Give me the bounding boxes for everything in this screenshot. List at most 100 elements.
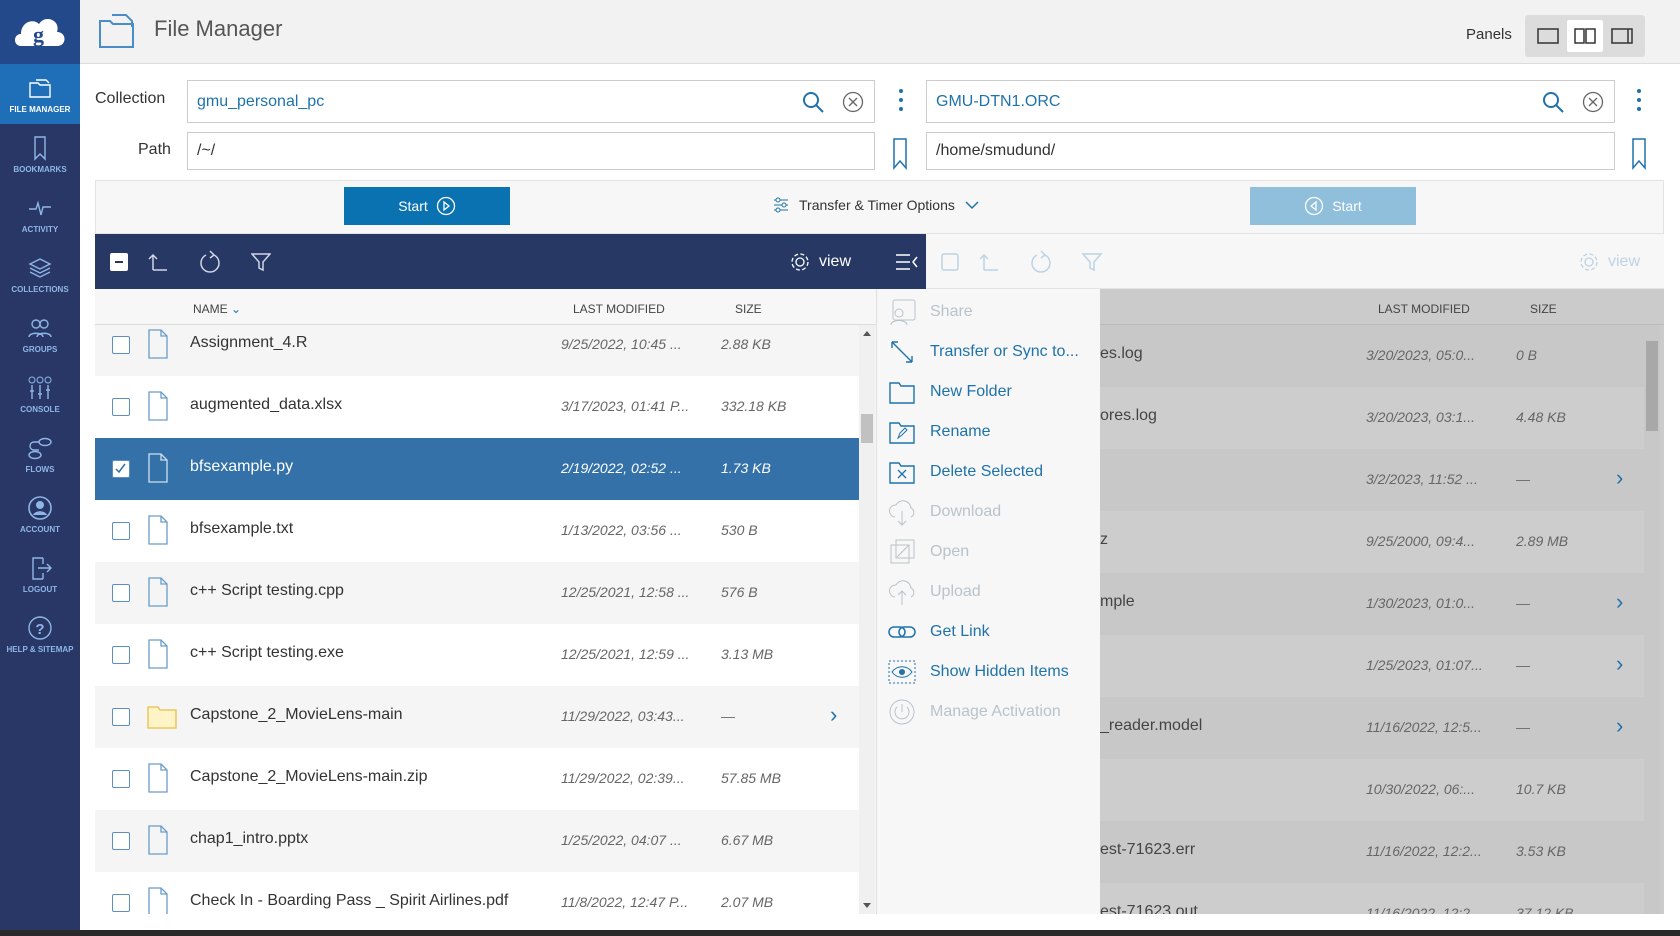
right-scrollbar[interactable] [1644, 325, 1660, 914]
sidebar-item-flows[interactable]: FLOWS [0, 424, 80, 484]
row-checkbox[interactable] [112, 460, 130, 478]
row-checkbox[interactable] [112, 708, 130, 726]
clear-icon[interactable] [1582, 91, 1604, 113]
refresh-button[interactable] [199, 234, 221, 289]
left-scrollbar[interactable] [859, 325, 875, 914]
globus-logo[interactable]: g [0, 0, 80, 64]
view-options-button[interactable]: view [1578, 234, 1640, 289]
sidebar-item-activity[interactable]: ACTIVITY [0, 184, 80, 244]
view-options-button[interactable]: view [789, 234, 851, 289]
size-column-header[interactable]: SIZE [1530, 302, 1557, 316]
sidebar-item-collections[interactable]: COLLECTIONS [0, 244, 80, 304]
filter-button[interactable] [251, 234, 271, 289]
refresh-button[interactable] [1030, 234, 1052, 289]
modified-column-header[interactable]: LAST MODIFIED [573, 302, 665, 316]
left-file-panel: NAME ⌄ LAST MODIFIED SIZE Assignment_4.R… [95, 289, 876, 914]
eye-icon [888, 660, 916, 684]
single-panel-button[interactable] [1530, 20, 1566, 52]
table-row[interactable]: chap1_intro.pptx 1/25/2022, 04:07 ... 6.67… [95, 810, 859, 872]
table-row[interactable]: Capstone_2_MovieLens-main 11/29/2022, 03:… [95, 686, 859, 748]
sidebar-item-help-sitemap[interactable]: ? HELP & SITEMAP [0, 604, 80, 664]
row-checkbox[interactable] [112, 646, 130, 664]
delete-icon [889, 462, 915, 484]
scroll-down-arrow[interactable] [863, 903, 871, 908]
chevron-right-icon[interactable]: › [830, 702, 837, 728]
name-column-header[interactable]: NAME ⌄ [193, 302, 241, 316]
table-row[interactable]: Check In - Boarding Pass _ Spirit Airlin… [95, 872, 859, 914]
row-checkbox[interactable] [112, 832, 130, 850]
left-bookmark-icon[interactable] [892, 138, 908, 170]
sidebar-item-console[interactable]: CONSOLE [0, 364, 80, 424]
search-icon[interactable] [802, 91, 824, 113]
menu-item-download[interactable]: Download [877, 492, 1101, 532]
menu-item-share[interactable]: Share [877, 292, 1101, 332]
right-path-input[interactable]: /home/smudund/ [926, 132, 1615, 170]
start-transfer-right-button[interactable]: Start [1250, 187, 1416, 225]
left-collection-input[interactable]: gmu_personal_pc [187, 80, 875, 123]
left-path-input[interactable]: /~/ [187, 132, 875, 170]
menu-item-rename[interactable]: Rename [877, 412, 1101, 452]
menu-toggle-button[interactable] [895, 234, 919, 289]
row-checkbox[interactable] [112, 584, 130, 602]
chevron-down-icon [965, 201, 979, 210]
table-row[interactable]: c++ Script testing.cpp 12/25/2021, 12:58 … [95, 562, 859, 624]
table-row[interactable]: c++ Script testing.exe 12/25/2021, 12:59 … [95, 624, 859, 686]
sidebar-item-groups[interactable]: GROUPS [0, 304, 80, 364]
right-scrollbar-thumb[interactable] [1646, 341, 1658, 431]
menu-item-transfer-or-sync-to[interactable]: Transfer or Sync to... [877, 332, 1101, 372]
right-collection-value: GMU-DTN1.ORC [936, 92, 1061, 110]
chevron-right-icon[interactable]: › [1616, 589, 1623, 615]
table-row[interactable]: augmented_data.xlsx 3/17/2023, 01:41 P...… [95, 376, 859, 438]
right-collection-input[interactable]: GMU-DTN1.ORC [926, 80, 1615, 123]
menu-item-manage-activation[interactable]: Manage Activation [877, 692, 1101, 732]
right-bookmark-icon[interactable] [1631, 138, 1647, 170]
select-all-checkbox[interactable] [110, 234, 128, 289]
dual-panel-button[interactable] [1566, 20, 1603, 52]
right-options-menu-button[interactable] [1636, 89, 1642, 111]
left-options-menu-button[interactable] [898, 89, 904, 111]
right-panel-button[interactable] [1604, 20, 1640, 52]
file-size: 530 B [721, 522, 758, 538]
up-folder-button[interactable] [979, 234, 999, 289]
start-transfer-left-button[interactable]: Start [344, 187, 510, 225]
clear-icon[interactable] [842, 91, 864, 113]
search-icon[interactable] [1542, 91, 1564, 113]
menu-item-new-folder[interactable]: New Folder [877, 372, 1101, 412]
menu-item-upload[interactable]: Upload [877, 572, 1101, 612]
scroll-up-arrow[interactable] [863, 331, 871, 336]
chevron-right-icon[interactable]: › [1616, 465, 1623, 491]
select-all-checkbox[interactable] [941, 234, 959, 289]
table-row[interactable]: bfsexample.py 2/19/2022, 02:52 ... 1.73 KB [95, 438, 859, 500]
transfer-options-toggle[interactable]: Transfer & Timer Options [773, 196, 979, 214]
menu-item-delete-selected[interactable]: Delete Selected [877, 452, 1101, 492]
up-folder-button[interactable] [148, 234, 168, 289]
sidebar-item-logout[interactable]: LOGOUT [0, 544, 80, 604]
table-row[interactable]: Capstone_2_MovieLens-main.zip 11/29/2022,… [95, 748, 859, 810]
sidebar-item-account[interactable]: ACCOUNT [0, 484, 80, 544]
menu-item-show-hidden-items[interactable]: Show Hidden Items [877, 652, 1101, 692]
table-row[interactable]: Assignment_4.R 9/25/2022, 10:45 ... 2.88 K… [95, 325, 859, 376]
row-checkbox[interactable] [112, 894, 130, 912]
row-checkbox[interactable] [112, 522, 130, 540]
size-column-header[interactable]: SIZE [735, 302, 762, 316]
modified-column-header[interactable]: LAST MODIFIED [1378, 302, 1470, 316]
left-scrollbar-thumb[interactable] [861, 414, 873, 443]
table-row[interactable]: bfsexample.txt 1/13/2022, 03:56 ... 530 B [95, 500, 859, 562]
sidebar-item-bookmarks[interactable]: BOOKMARKS [0, 124, 80, 184]
row-checkbox[interactable] [112, 336, 130, 354]
menu-item-open[interactable]: Open [877, 532, 1101, 572]
new-folder-icon [889, 382, 915, 404]
filter-button[interactable] [1082, 234, 1102, 289]
chevron-right-icon[interactable]: › [1616, 651, 1623, 677]
file-modified: 3/2/2023, 11:52 ... [1366, 471, 1478, 487]
row-checkbox[interactable] [112, 398, 130, 416]
menu-item-get-link[interactable]: Get Link [877, 612, 1101, 652]
row-checkbox[interactable] [112, 770, 130, 788]
file-size: 3.53 KB [1516, 843, 1566, 859]
file-size: 10.7 KB [1516, 781, 1566, 797]
sidebar-item-label: FLOWS [25, 464, 55, 474]
chevron-right-icon[interactable]: › [1616, 713, 1623, 739]
taskbar-strip [0, 930, 1680, 936]
sidebar-item-file-manager[interactable]: FILE MANAGER [0, 64, 80, 124]
checkbox-indeterminate-icon [110, 252, 128, 271]
